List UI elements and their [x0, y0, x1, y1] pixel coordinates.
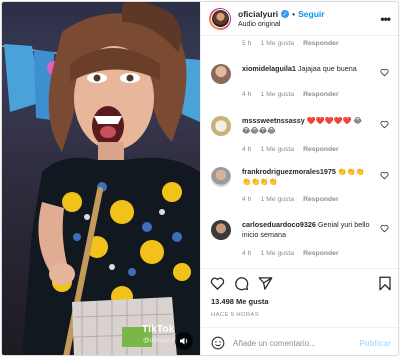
like-comment-heart-icon[interactable]	[380, 224, 389, 233]
comment-bubble-icon[interactable]	[234, 276, 249, 291]
comment-username[interactable]: msssweetnssassy	[242, 116, 305, 125]
comment-username[interactable]: frankrodriguezmorales1975	[242, 167, 336, 176]
author-avatar[interactable]	[209, 7, 231, 30]
comment-time: 4 h	[242, 91, 252, 98]
comment-username[interactable]: xiomidelaguila1	[242, 64, 296, 73]
post-actions: 13.498 Me gusta HACE 5 HORAS Añade un co…	[201, 268, 398, 355]
comment-meta: 4 h 1 Me gusta Responder	[242, 196, 348, 203]
post-date: HACE 5 HORAS	[211, 312, 259, 318]
like-comment-heart-icon[interactable]	[380, 171, 389, 180]
save-bookmark-icon[interactable]	[378, 276, 392, 291]
tiktok-watermark-user: @oficialyuri	[143, 337, 177, 344]
instagram-post-modal: TikTok @oficialyuri oficialyuri ✓ • Segu…	[1, 1, 399, 356]
comment-likes[interactable]: 1 Me gusta	[260, 91, 294, 98]
emoji-icon[interactable]	[211, 336, 225, 350]
avatar[interactable]	[211, 64, 231, 84]
avatar[interactable]	[211, 220, 231, 240]
audio-label[interactable]: Audio original	[238, 21, 325, 28]
comment-meta: 4 h 1 Me gusta Responder	[242, 91, 348, 98]
publish-button[interactable]: Publicar	[359, 339, 391, 348]
reply-button[interactable]: Responder	[303, 91, 339, 98]
comment-body: xiomidelaguila1 Jajajaa que buena	[242, 64, 370, 74]
comment-likes[interactable]: 1 Me gusta	[260, 40, 294, 47]
comment-time: 4 h	[242, 250, 252, 257]
comment-likes[interactable]: 1 Me gusta	[260, 250, 294, 257]
comment-meta: 4 h 1 Me gusta Responder	[242, 250, 348, 257]
comment-username[interactable]: carloseduardoco9326	[242, 220, 316, 229]
comment-text: Jajajaa que buena	[297, 64, 357, 73]
add-comment-row: Añade un comentario... Publicar	[201, 327, 398, 355]
comment-body: frankrodriguezmorales1975 👏👏👏👏👏👏👏	[242, 167, 370, 187]
reply-button[interactable]: Responder	[303, 40, 339, 47]
reply-button[interactable]: Responder	[303, 146, 339, 153]
comment-time: 5 h	[242, 40, 252, 47]
comment-likes[interactable]: 1 Me gusta	[260, 146, 294, 153]
post-video[interactable]: TikTok @oficialyuri	[2, 2, 200, 355]
audio-toggle-button[interactable]	[175, 332, 193, 350]
more-options-icon[interactable]: •••	[380, 12, 391, 26]
like-comment-heart-icon[interactable]	[380, 120, 389, 129]
video-frame	[2, 2, 200, 355]
avatar[interactable]	[211, 116, 231, 136]
comment-body: msssweetnssassy ❤️❤️❤️❤️❤️ 😂😂😂😂😂	[242, 116, 370, 136]
comments-list: 5 h 1 Me gusta Responder xiomidelaguila1…	[201, 36, 398, 268]
likes-count[interactable]: 13.498 Me gusta	[211, 297, 269, 306]
post-header: oficialyuri ✓ • Seguir Audio original ••…	[201, 2, 398, 36]
comment-body: carloseduardoco9326 Genial yuri bello in…	[242, 220, 370, 240]
comment-likes[interactable]: 1 Me gusta	[260, 196, 294, 203]
avatar[interactable]	[211, 167, 231, 187]
post-side-panel: oficialyuri ✓ • Seguir Audio original ••…	[200, 2, 398, 355]
author-username[interactable]: oficialyuri	[238, 9, 278, 19]
follow-button[interactable]: Seguir	[298, 9, 324, 19]
tiktok-watermark: TikTok	[142, 324, 175, 335]
share-icon[interactable]	[258, 276, 273, 291]
comment-time: 4 h	[242, 196, 252, 203]
reply-button[interactable]: Responder	[303, 250, 339, 257]
comment-input[interactable]: Añade un comentario...	[233, 339, 316, 348]
speaker-icon	[180, 337, 188, 345]
verified-badge-icon: ✓	[281, 10, 290, 18]
like-heart-icon[interactable]	[210, 276, 225, 291]
reply-button[interactable]: Responder	[303, 196, 339, 203]
comment-meta: 5 h 1 Me gusta Responder	[242, 40, 348, 47]
header-separator: •	[292, 9, 296, 19]
comment-meta: 4 h 1 Me gusta Responder	[242, 146, 348, 153]
like-comment-heart-icon[interactable]	[380, 68, 389, 77]
comment-time: 4 h	[242, 146, 252, 153]
